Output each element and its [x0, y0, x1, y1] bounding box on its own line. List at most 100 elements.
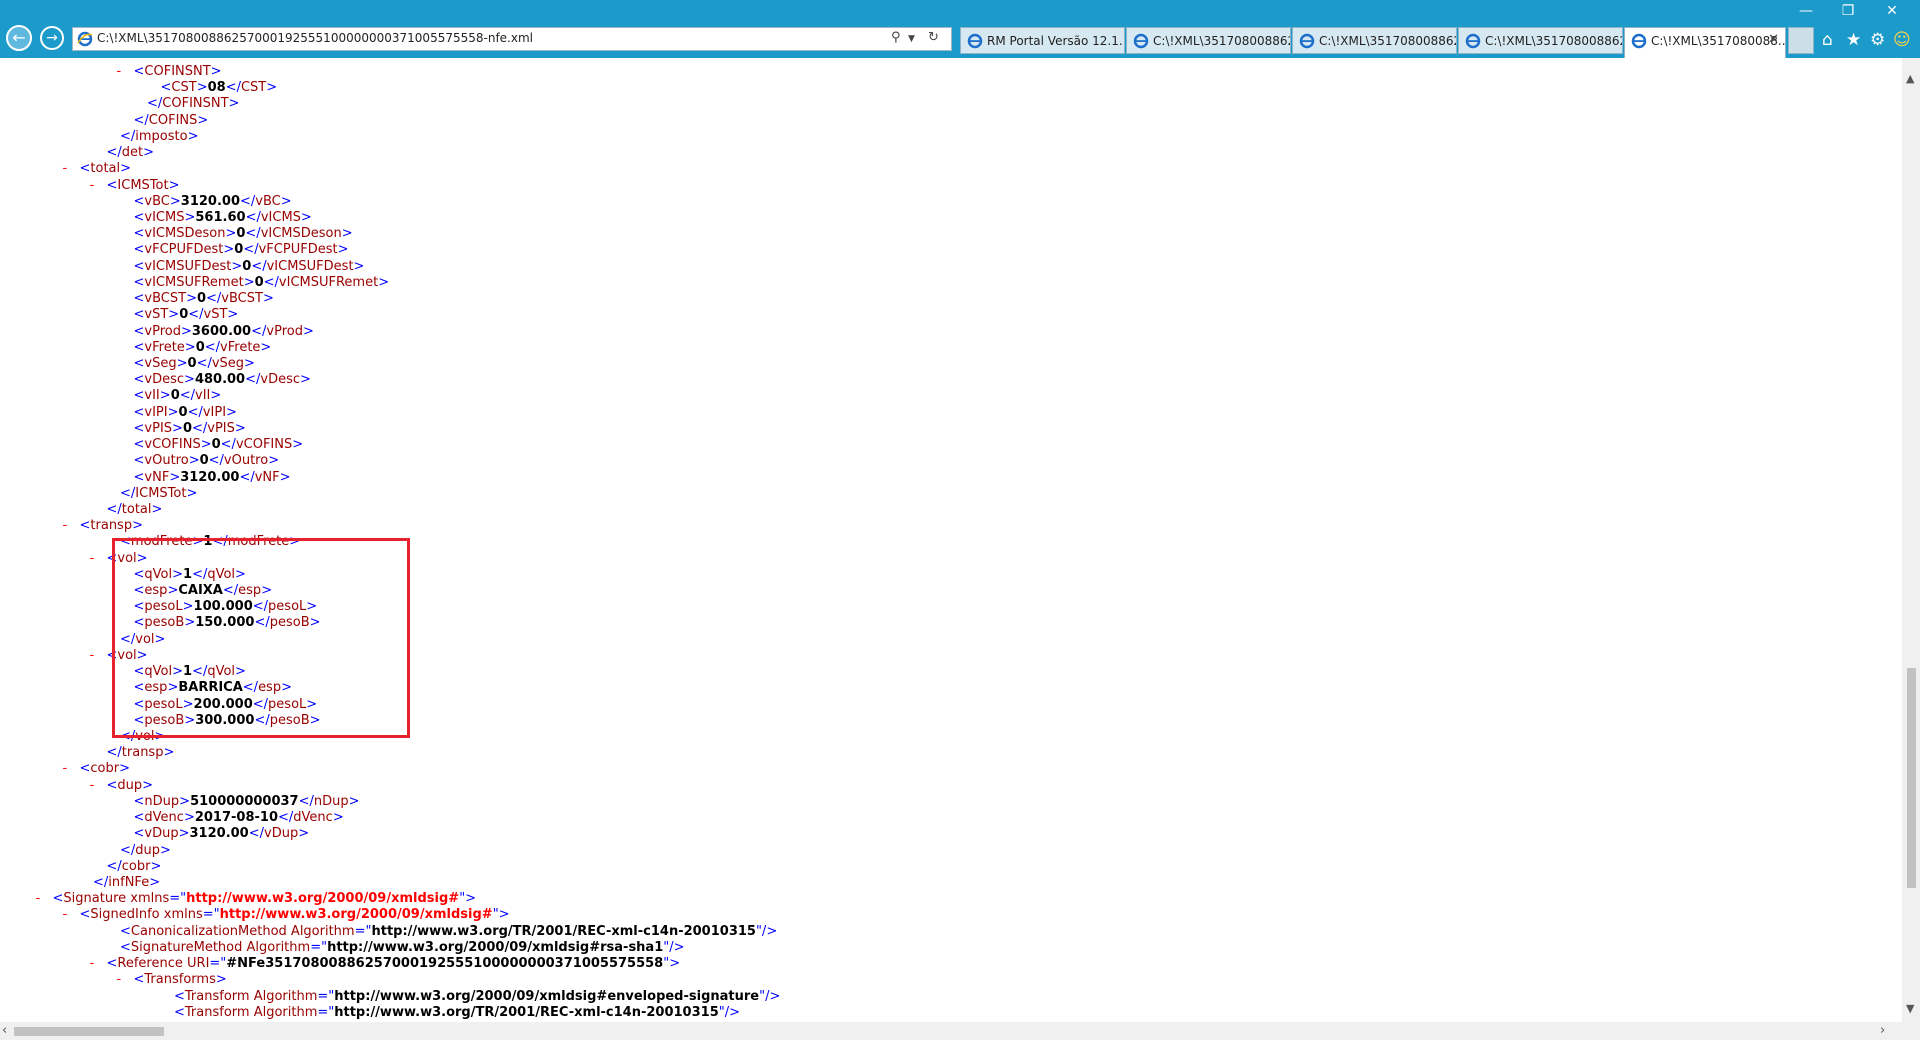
collapse-toggle[interactable]: - [117, 64, 134, 80]
xml-markup: > [196, 80, 208, 96]
horizontal-scrollbar[interactable]: ‹ › [0, 1022, 1902, 1040]
close-window-button[interactable]: ✕ [1872, 3, 1912, 19]
xml-markup: vST [144, 307, 169, 323]
address-text[interactable]: C:\!XML\35170800886257000192555100000000… [97, 31, 533, 45]
xml-markup: </ [120, 842, 136, 858]
settings-gear-icon[interactable]: ⚙ [1870, 30, 1885, 50]
xml-markup: COFINSNT [162, 96, 229, 112]
vol-blocks-highlight [112, 538, 410, 738]
scroll-right-icon[interactable]: › [1880, 1023, 1885, 1038]
collapse-toggle[interactable]: - [90, 648, 107, 664]
scroll-down-icon[interactable]: ▼ [1906, 1002, 1914, 1015]
vertical-scrollbar[interactable]: ▲ ▼ [1902, 58, 1920, 1022]
xml-markup: < [133, 64, 145, 79]
xml-markup: > [186, 291, 197, 307]
xml-markup: </ [106, 145, 122, 161]
xml-markup: > [180, 323, 192, 339]
xml-markup: </ [243, 242, 259, 258]
xml-line: <nDup>510000000037</nDup> [134, 794, 360, 810]
xml-markup: < [133, 209, 145, 225]
collapse-toggle[interactable]: - [63, 761, 80, 777]
xml-value: 0 [196, 291, 207, 307]
xml-markup: > [179, 793, 191, 809]
xml-markup: > [348, 793, 360, 809]
collapse-toggle[interactable]: - [117, 972, 134, 988]
xml-markup: > [167, 404, 179, 420]
smiley-feedback-icon[interactable]: ☺ [1893, 30, 1911, 50]
collapse-toggle[interactable]: - [63, 907, 80, 923]
xml-value: 0 [211, 437, 221, 453]
xml-markup: < [133, 193, 145, 209]
collapse-toggle[interactable]: - [63, 518, 80, 534]
xml-markup: > [186, 485, 198, 501]
ie-page-icon [1299, 33, 1315, 49]
xml-markup: =" [202, 907, 220, 923]
xml-markup: > [132, 518, 143, 534]
xml-markup: vICMSDeson [144, 226, 226, 242]
xml-markup: > [172, 420, 183, 436]
xml-markup: > [197, 112, 209, 128]
xml-line: </infNFe> [93, 875, 160, 891]
tab-label: C:\!XML\3517080088625... [1319, 34, 1456, 48]
xml-markup: vICMS [260, 209, 301, 225]
xml-markup: > [225, 226, 237, 242]
collapse-toggle[interactable]: - [90, 956, 107, 972]
restore-button[interactable]: ❐ [1828, 3, 1868, 19]
tab-rm-portal[interactable]: RM Portal Versão 12.1.15... [960, 27, 1125, 54]
refresh-icon[interactable]: ↻ [928, 30, 939, 45]
xml-line: <vNF>3120.00</vNF> [134, 470, 291, 486]
xml-markup: xmlns [163, 907, 203, 923]
vertical-scroll-thumb[interactable] [1907, 668, 1916, 888]
xml-line: <CST>08</CST> [161, 80, 278, 96]
close-tab-icon[interactable]: ✕ [1768, 32, 1779, 47]
back-arrow-icon[interactable]: ← [6, 25, 32, 51]
new-tab-button[interactable] [1788, 27, 1814, 54]
search-icon[interactable]: ⚲ [891, 30, 901, 45]
xml-markup: > [160, 842, 171, 858]
xml-markup: > [159, 388, 171, 404]
scroll-up-icon[interactable]: ▲ [1906, 72, 1914, 85]
xml-markup: > [266, 80, 278, 96]
xml-markup: ICMSTot [117, 177, 169, 193]
ie-page-icon [77, 31, 93, 47]
xml-markup: nDup [144, 793, 180, 809]
xml-markup: vOutro [144, 453, 189, 469]
forward-arrow-icon[interactable]: → [40, 26, 64, 50]
xml-markup: vPIS [207, 420, 235, 436]
xml-markup: xmlns [130, 891, 170, 907]
minimize-button[interactable]: — [1786, 3, 1826, 19]
xml-line: <vDup>3120.00</vDup> [134, 826, 310, 842]
xml-markup: > [234, 420, 246, 436]
tab-label: C:\!XML\3517080088... [1651, 34, 1786, 48]
tab-xml-1[interactable]: C:\!XML\3517080088625... [1126, 27, 1291, 54]
xml-line: <dVenc>2017-08-10</dVenc> [134, 810, 344, 826]
address-bar[interactable]: C:\!XML\35170800886257000192555100000000… [72, 27, 952, 51]
horizontal-scroll-thumb[interactable] [14, 1027, 164, 1036]
scroll-left-icon[interactable]: ‹ [2, 1023, 7, 1038]
xml-markup: </ [245, 209, 261, 225]
collapse-toggle[interactable]: - [90, 551, 107, 567]
xml-markup: > [341, 226, 353, 242]
xml-markup: vICMSUFDest [144, 258, 232, 274]
tab-xml-3[interactable]: C:\!XML\3517080088625... [1458, 27, 1623, 54]
xml-markup: </ [196, 355, 212, 371]
xml-line: <vICMSUFDest>0</vICMSUFDest> [134, 259, 365, 275]
xml-markup: < [106, 777, 118, 793]
scrollbar-corner [1902, 1022, 1920, 1040]
xml-markup: vII [195, 388, 211, 404]
xml-line: <vFrete>0</vFrete> [134, 340, 272, 356]
favorites-star-icon[interactable]: ★ [1846, 30, 1861, 50]
home-icon[interactable]: ⌂ [1822, 30, 1833, 50]
xml-markup: < [133, 372, 145, 388]
xml-markup: Algorithm [253, 988, 318, 1004]
xml-markup: dup [135, 842, 161, 858]
xml-markup: </ [263, 274, 279, 290]
xml-markup: =" [317, 1004, 335, 1020]
tab-xml-2[interactable]: C:\!XML\3517080088625... [1292, 27, 1457, 54]
collapse-toggle[interactable]: - [90, 778, 107, 794]
collapse-toggle[interactable]: - [90, 178, 107, 194]
tab-xml-active[interactable]: C:\!XML\3517080088... ✕ [1624, 27, 1786, 58]
collapse-toggle[interactable]: - [36, 891, 53, 907]
collapse-toggle[interactable]: - [63, 161, 80, 177]
dropdown-chevron-icon[interactable]: ▼ [908, 34, 915, 44]
